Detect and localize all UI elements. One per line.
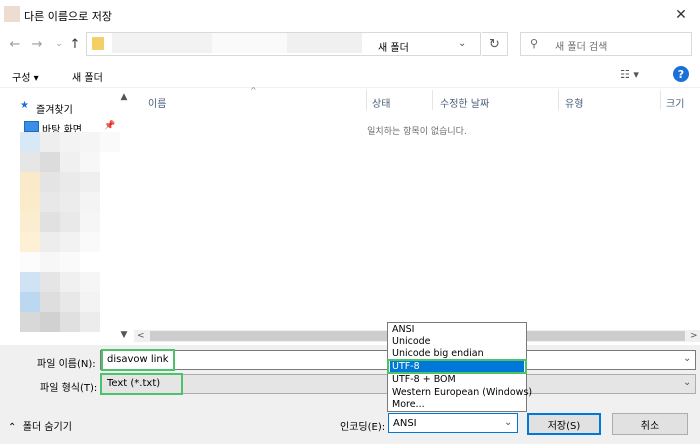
hide-folders-label: 폴더 숨기기 <box>22 422 72 433</box>
up-arrow-icon: ↑ <box>69 36 81 52</box>
encoding-option-western-european[interactable]: Western European (Windows) <box>390 387 532 399</box>
column-divider[interactable] <box>558 90 559 110</box>
chevron-down-icon[interactable]: ⌄ <box>504 417 512 428</box>
organize-button[interactable]: 구성 ▾ <box>12 69 39 84</box>
column-header-type[interactable]: 유형 <box>565 95 583 110</box>
save-button[interactable]: 저장(S) <box>527 413 601 435</box>
empty-list-message: 일치하는 항목이 없습니다. <box>367 127 467 137</box>
column-divider[interactable] <box>432 90 433 110</box>
nav-items-blurred <box>20 132 120 344</box>
address-current-folder[interactable]: 새 폴더 <box>378 39 409 54</box>
scroll-left-button[interactable]: < <box>137 331 145 341</box>
cancel-button[interactable]: 취소 <box>612 413 688 435</box>
chevron-down-icon[interactable]: ⌄ <box>683 353 691 364</box>
column-header-row <box>134 90 700 110</box>
nav-scroll-down-button[interactable]: ▼ <box>118 330 130 342</box>
new-folder-button[interactable]: 새 폴더 <box>72 69 103 84</box>
column-divider[interactable] <box>366 90 367 110</box>
refresh-icon: ↻ <box>489 36 500 52</box>
column-header-size[interactable]: 크기 <box>666 95 684 110</box>
encoding-option-more[interactable]: More... <box>390 399 524 411</box>
view-options-button[interactable]: ☷ ▾ <box>620 68 639 81</box>
chevron-up-icon: ⌃ <box>8 422 23 433</box>
help-icon: ? <box>677 67 685 81</box>
scroll-right-button[interactable]: > <box>690 331 698 341</box>
chevron-down-icon[interactable]: ⌄ <box>683 377 691 388</box>
nav-item-favorites[interactable]: 즐겨찾기 <box>36 101 73 116</box>
toolbar-divider <box>0 87 700 88</box>
help-button[interactable]: ? <box>673 66 689 82</box>
forward-button[interactable]: → <box>28 35 46 53</box>
column-header-status[interactable]: 상태 <box>372 95 390 110</box>
back-button[interactable]: ← <box>6 35 24 53</box>
refresh-button[interactable]: ↻ <box>482 32 508 56</box>
filename-label: 파일 이름(N): <box>37 359 96 370</box>
filename-value[interactable]: disavow link <box>107 354 169 365</box>
view-grid-icon: ☷ ▾ <box>620 68 639 81</box>
close-button[interactable]: ✕ <box>662 0 700 30</box>
search-placeholder: 새 폴더 검색 <box>555 42 608 53</box>
encoding-option-ansi[interactable]: ANSI <box>390 324 524 336</box>
search-icon: ⚲ <box>530 37 539 50</box>
app-icon <box>4 6 20 22</box>
filetype-value[interactable]: Text (*.txt) <box>107 378 160 389</box>
chevron-down-icon: ⌄ <box>55 39 63 49</box>
encoding-value[interactable]: ANSI <box>393 418 417 429</box>
hide-folders-button[interactable]: ⌃ 폴더 숨기기 <box>8 418 72 433</box>
address-path-blurred <box>112 33 362 53</box>
encoding-option-unicode[interactable]: Unicode <box>390 336 524 348</box>
back-arrow-icon: ← <box>9 36 21 52</box>
folder-icon <box>92 37 104 50</box>
column-divider[interactable] <box>660 90 661 110</box>
nav-scroll-up-button[interactable]: ▲ <box>118 92 130 104</box>
filetype-label: 파일 형식(T): <box>40 383 98 394</box>
close-icon: ✕ <box>675 7 687 23</box>
window-title: 다른 이름으로 저장 <box>24 10 112 23</box>
column-header-date[interactable]: 수정한 날짜 <box>440 95 489 110</box>
up-button[interactable]: ↑ <box>66 35 84 53</box>
encoding-highlight-box <box>387 359 527 374</box>
chevron-down-icon[interactable]: ⌄ <box>458 38 466 49</box>
star-icon: ★ <box>20 100 29 111</box>
sort-arrow-icon: ^ <box>250 86 257 95</box>
encoding-label: 인코딩(E): <box>340 422 386 433</box>
column-header-name[interactable]: 이름 <box>148 95 166 110</box>
encoding-option-utf8-bom[interactable]: UTF-8 + BOM <box>390 374 524 386</box>
forward-arrow-icon: → <box>31 36 43 52</box>
